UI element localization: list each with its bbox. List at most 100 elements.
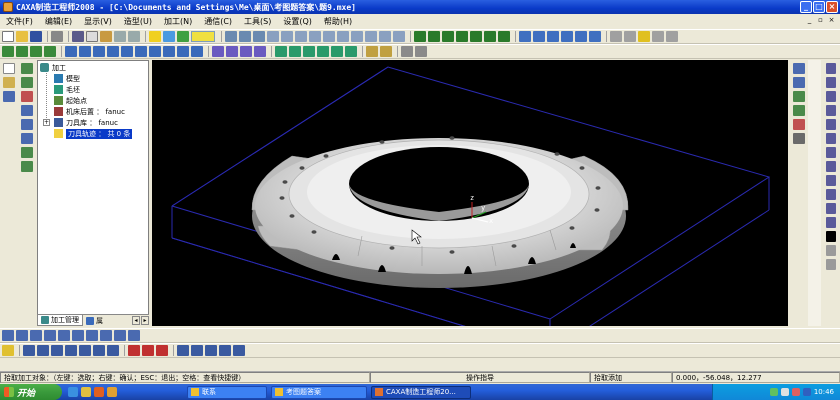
menu-view[interactable]: 显示(V) bbox=[78, 16, 118, 27]
save-icon[interactable] bbox=[30, 31, 42, 42]
properties-icon[interactable] bbox=[415, 46, 427, 57]
semi-finishing-icon[interactable] bbox=[303, 46, 315, 57]
folder-icon[interactable] bbox=[107, 387, 117, 397]
right-tool-b-icon[interactable] bbox=[793, 77, 805, 88]
curve-trim-icon[interactable] bbox=[23, 345, 35, 356]
tab-scroll-left-button[interactable]: ◂ bbox=[132, 316, 140, 325]
cone-icon[interactable] bbox=[295, 31, 307, 42]
zoom-in-icon[interactable] bbox=[547, 31, 559, 42]
mirror-icon[interactable] bbox=[163, 46, 175, 57]
measure-icon[interactable] bbox=[401, 46, 413, 57]
move-icon[interactable] bbox=[177, 345, 189, 356]
curve-b-icon[interactable] bbox=[142, 345, 154, 356]
menu-edit[interactable]: 编辑(E) bbox=[39, 16, 78, 27]
menu-tools[interactable]: 工具(S) bbox=[238, 16, 277, 27]
rib-icon[interactable] bbox=[121, 46, 133, 57]
graphics-viewport[interactable]: z y x bbox=[152, 60, 788, 326]
cut-sweep-icon[interactable] bbox=[93, 46, 105, 57]
taskbar-item-contacts[interactable]: 联系 bbox=[187, 385, 267, 399]
scale-2d-icon[interactable] bbox=[233, 345, 245, 356]
draft-icon[interactable] bbox=[135, 46, 147, 57]
menu-file[interactable]: 文件(F) bbox=[0, 16, 39, 27]
trim-icon[interactable] bbox=[826, 189, 836, 200]
tree-item-toolpaths[interactable]: 刀具轨迹 ： 共 0 条 bbox=[54, 128, 133, 139]
text-icon[interactable] bbox=[826, 231, 836, 242]
curve-join-icon[interactable] bbox=[65, 345, 77, 356]
sketch-icon[interactable] bbox=[3, 77, 15, 88]
translate-icon[interactable] bbox=[2, 330, 14, 341]
shaded-edges-icon[interactable] bbox=[652, 31, 664, 42]
tree-item-tool-library[interactable]: 刀具库 ： fanuc bbox=[54, 117, 118, 128]
contour-icon[interactable] bbox=[317, 46, 329, 57]
open-file-icon[interactable] bbox=[16, 31, 28, 42]
show-icon[interactable] bbox=[114, 330, 126, 341]
doc-minimize-button[interactable]: _ bbox=[805, 16, 814, 25]
boolean-icon[interactable] bbox=[254, 46, 266, 57]
close-button[interactable]: × bbox=[826, 1, 838, 13]
align-icon[interactable] bbox=[72, 330, 84, 341]
array-copy-icon[interactable] bbox=[44, 330, 56, 341]
mirror-copy-icon[interactable] bbox=[30, 330, 42, 341]
view-front-icon[interactable] bbox=[414, 31, 426, 42]
spline-icon[interactable] bbox=[826, 133, 836, 144]
surface-add-icon[interactable] bbox=[226, 46, 238, 57]
line-icon[interactable] bbox=[826, 63, 836, 74]
copy-icon[interactable] bbox=[86, 31, 98, 42]
chamfer-icon[interactable] bbox=[365, 31, 377, 42]
dimension-icon[interactable] bbox=[826, 245, 836, 256]
pencil-icon[interactable] bbox=[2, 345, 14, 356]
scan-icon[interactable] bbox=[331, 46, 343, 57]
right-scrollbar[interactable] bbox=[808, 60, 821, 326]
cut-revolve-icon[interactable] bbox=[79, 46, 91, 57]
zoom-out-icon[interactable] bbox=[561, 31, 573, 42]
simulate-icon[interactable] bbox=[366, 46, 378, 57]
cut-loft-icon[interactable] bbox=[107, 46, 119, 57]
sphere-icon[interactable] bbox=[309, 31, 321, 42]
revolve-icon[interactable] bbox=[16, 46, 28, 57]
ie-icon[interactable] bbox=[68, 387, 78, 397]
surface-thicken-icon[interactable] bbox=[240, 46, 252, 57]
hide-icon[interactable] bbox=[100, 330, 112, 341]
view-bottom-icon[interactable] bbox=[498, 31, 510, 42]
tray-security-icon[interactable] bbox=[802, 388, 811, 396]
menu-settings[interactable]: 设置(Q) bbox=[277, 16, 318, 27]
clock[interactable]: 10:46 bbox=[814, 388, 834, 396]
undo-icon[interactable] bbox=[114, 31, 126, 42]
rectangle-icon[interactable] bbox=[826, 105, 836, 116]
curve-smooth-icon[interactable] bbox=[93, 345, 105, 356]
scale-copy-icon[interactable] bbox=[58, 330, 70, 341]
pattern-icon[interactable] bbox=[379, 31, 391, 42]
color-dropdown[interactable] bbox=[191, 31, 215, 42]
desktop-icon[interactable] bbox=[81, 387, 91, 397]
surface-cut-icon[interactable] bbox=[212, 46, 224, 57]
right-tool-a-icon[interactable] bbox=[793, 63, 805, 74]
curve-a-icon[interactable] bbox=[128, 345, 140, 356]
view-left-icon[interactable] bbox=[442, 31, 454, 42]
circle-icon[interactable] bbox=[826, 91, 836, 102]
tool-f-icon[interactable] bbox=[21, 133, 33, 144]
tree-item-model[interactable]: 模型 bbox=[54, 73, 80, 84]
scale-icon[interactable] bbox=[191, 46, 203, 57]
tree-root[interactable]: 加工 bbox=[40, 62, 66, 73]
cut-icon[interactable] bbox=[72, 31, 84, 42]
surface-icon[interactable] bbox=[239, 31, 251, 42]
sweep-icon[interactable] bbox=[30, 46, 42, 57]
filter-icon[interactable] bbox=[177, 31, 189, 42]
light-icon[interactable] bbox=[149, 31, 161, 42]
print-icon[interactable] bbox=[51, 31, 63, 42]
box-icon[interactable] bbox=[267, 31, 279, 42]
formula-icon[interactable] bbox=[826, 175, 836, 186]
minimize-button[interactable]: _ bbox=[800, 1, 812, 13]
curve-icon[interactable] bbox=[225, 31, 237, 42]
array-icon[interactable] bbox=[177, 46, 189, 57]
hidden-line-icon[interactable] bbox=[624, 31, 636, 42]
curve-c-icon[interactable] bbox=[156, 345, 168, 356]
tab-scroll-right-button[interactable]: ▸ bbox=[141, 316, 149, 325]
doc-close-button[interactable]: × bbox=[827, 16, 836, 25]
view-right-icon[interactable] bbox=[470, 31, 482, 42]
finishing-icon[interactable] bbox=[289, 46, 301, 57]
tray-network-icon[interactable] bbox=[769, 388, 778, 396]
menu-communication[interactable]: 通信(C) bbox=[198, 16, 238, 27]
menu-help[interactable]: 帮助(H) bbox=[318, 16, 358, 27]
curve-fillet-icon[interactable] bbox=[37, 345, 49, 356]
